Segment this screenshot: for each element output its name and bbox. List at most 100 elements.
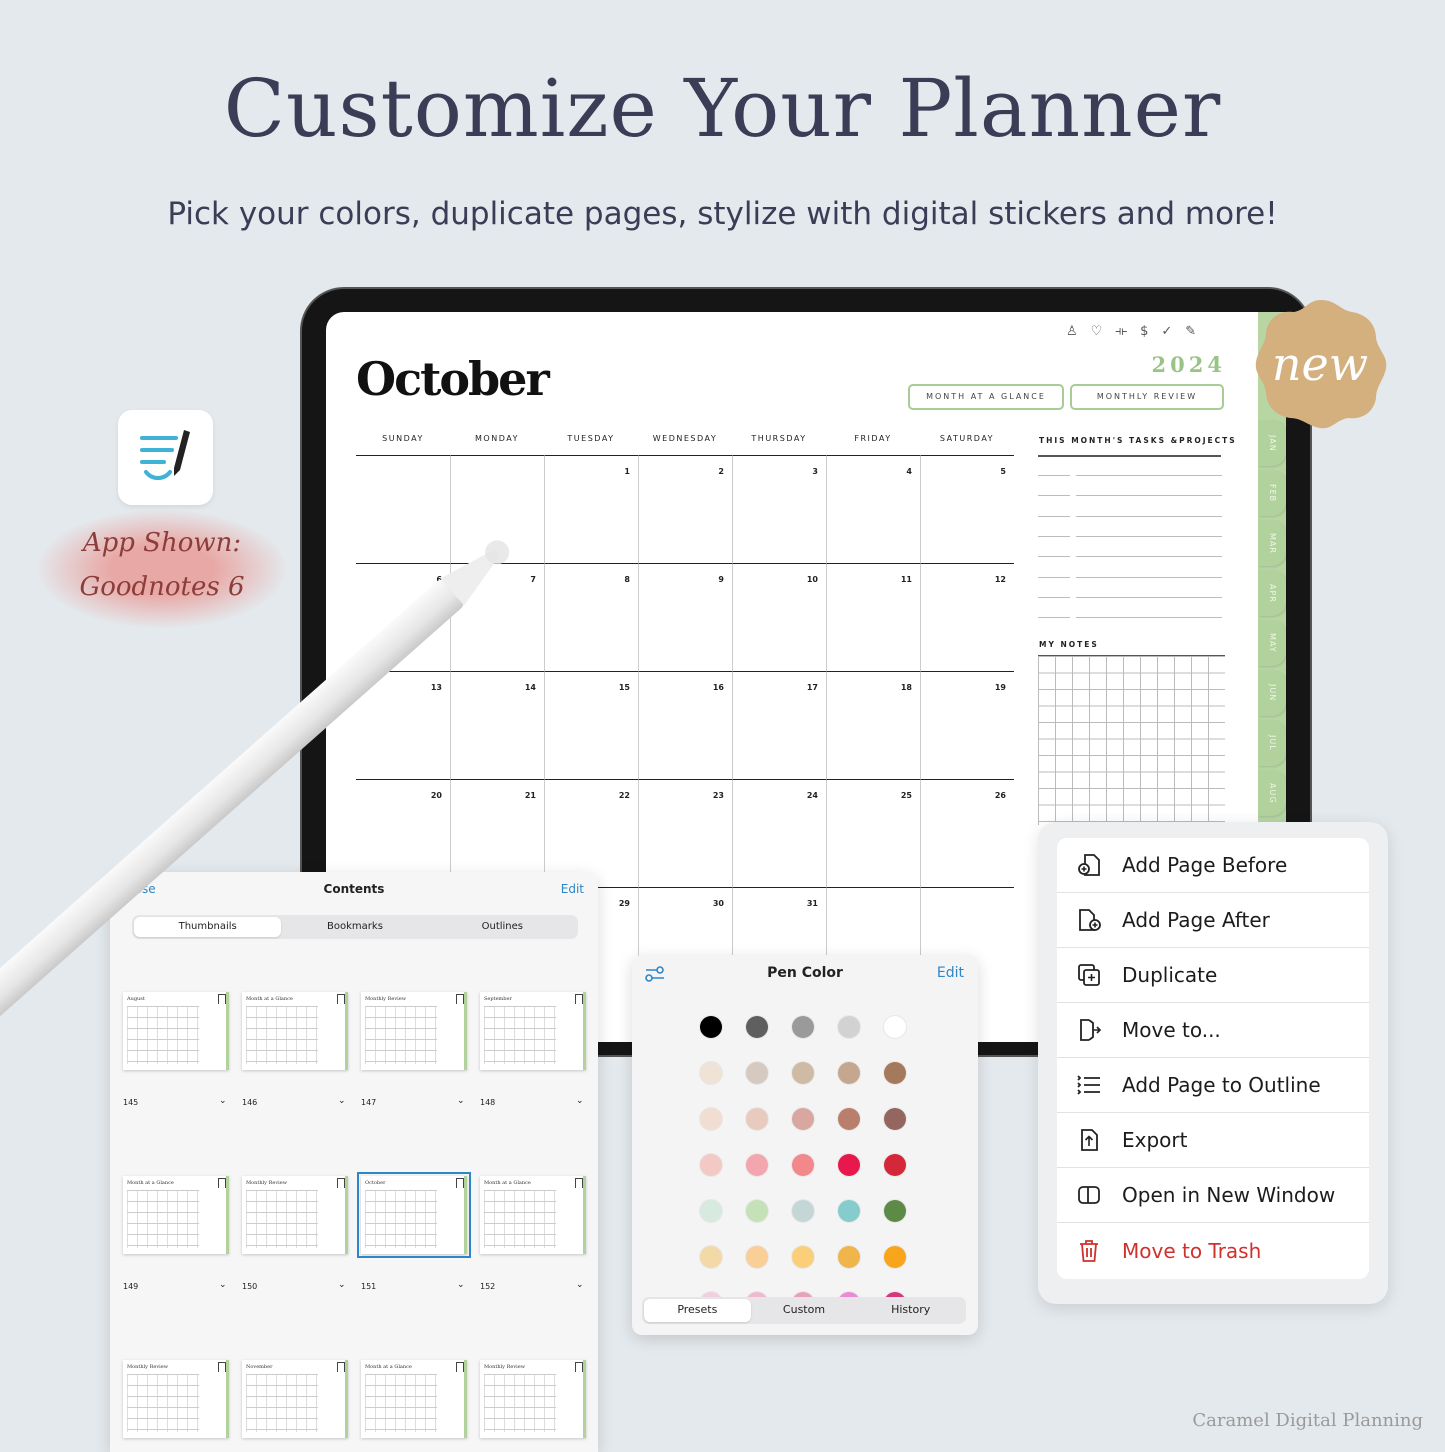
person-icon[interactable]: ♙: [1066, 324, 1078, 339]
color-swatch[interactable]: [884, 1200, 906, 1222]
calendar-day[interactable]: 18: [826, 671, 920, 779]
color-swatch[interactable]: [746, 1200, 768, 1222]
month-tab-aug[interactable]: AUG: [1258, 770, 1286, 816]
chevron-down-icon[interactable]: ⌄: [338, 1280, 346, 1290]
calendar-day[interactable]: 4: [826, 455, 920, 563]
month-tab-feb[interactable]: FEB: [1258, 470, 1286, 516]
calendar-day[interactable]: 25: [826, 779, 920, 887]
calendar-day[interactable]: 26: [920, 779, 1014, 887]
color-swatch[interactable]: [792, 1108, 814, 1130]
color-swatch[interactable]: [700, 1016, 722, 1038]
month-tab-apr[interactable]: APR: [1258, 570, 1286, 616]
money-bag-icon[interactable]: $: [1140, 324, 1148, 339]
calendar-day[interactable]: 10: [732, 563, 826, 671]
pen-color-edit-button[interactable]: Edit: [937, 965, 964, 981]
bookmark-icon[interactable]: [337, 1178, 345, 1188]
page-thumbnail[interactable]: Monthly Review: [123, 1360, 229, 1438]
menu-item-add-page-to-outline[interactable]: Add Page to Outline: [1057, 1058, 1369, 1113]
page-thumbnail[interactable]: Month at a Glance: [480, 1176, 586, 1254]
bookmark-icon[interactable]: [575, 994, 583, 1004]
color-swatch[interactable]: [838, 1062, 860, 1084]
color-swatch[interactable]: [792, 1246, 814, 1268]
color-swatch[interactable]: [700, 1154, 722, 1176]
color-swatch[interactable]: [884, 1154, 906, 1176]
menu-item-export[interactable]: Export: [1057, 1113, 1369, 1168]
color-swatch[interactable]: [792, 1154, 814, 1176]
color-swatch[interactable]: [838, 1016, 860, 1038]
color-swatch[interactable]: [746, 1154, 768, 1176]
calendar-day[interactable]: 12: [920, 563, 1014, 671]
calendar-day[interactable]: 11: [826, 563, 920, 671]
color-swatch[interactable]: [792, 1200, 814, 1222]
calendar-day[interactable]: 17: [732, 671, 826, 779]
chevron-down-icon[interactable]: ⌄: [219, 1280, 227, 1290]
color-swatch[interactable]: [838, 1154, 860, 1176]
calendar-day[interactable]: 3: [732, 455, 826, 563]
tab-history[interactable]: History: [857, 1299, 964, 1322]
color-swatch[interactable]: [838, 1246, 860, 1268]
page-thumbnail[interactable]: Month at a Glance: [361, 1360, 467, 1438]
calendar-day[interactable]: 5: [920, 455, 1014, 563]
calendar-day[interactable]: 15: [544, 671, 638, 779]
color-swatch[interactable]: [700, 1200, 722, 1222]
bookmark-icon[interactable]: [218, 1178, 226, 1188]
calendar-day[interactable]: 9: [638, 563, 732, 671]
color-swatch[interactable]: [884, 1108, 906, 1130]
calendar-day[interactable]: 8: [544, 563, 638, 671]
color-swatch[interactable]: [838, 1108, 860, 1130]
color-swatch[interactable]: [838, 1200, 860, 1222]
edit-icon[interactable]: ✎: [1185, 324, 1196, 339]
tab-presets[interactable]: Presets: [644, 1299, 751, 1322]
monthly-review-button[interactable]: MONTHLY REVIEW: [1070, 384, 1224, 410]
page-thumbnail[interactable]: Monthly Review: [480, 1360, 586, 1438]
page-thumbnail[interactable]: October: [357, 1172, 471, 1258]
calendar-day[interactable]: 24: [732, 779, 826, 887]
calendar-day[interactable]: 22: [544, 779, 638, 887]
bookmark-icon[interactable]: [337, 1362, 345, 1372]
page-thumbnail[interactable]: Monthly Review: [242, 1176, 348, 1254]
menu-item-duplicate[interactable]: Duplicate: [1057, 948, 1369, 1003]
check-circle-icon[interactable]: ✓: [1161, 324, 1172, 339]
chevron-down-icon[interactable]: ⌄: [457, 1280, 465, 1290]
notes-grid[interactable]: [1038, 655, 1225, 825]
color-swatch[interactable]: [792, 1062, 814, 1084]
menu-item-open-in-new-window[interactable]: Open in New Window: [1057, 1168, 1369, 1223]
month-at-a-glance-button[interactable]: MONTH AT A GLANCE: [908, 384, 1064, 410]
month-tab-may[interactable]: MAY: [1258, 620, 1286, 666]
dumbbell-icon[interactable]: ⟛: [1115, 324, 1127, 339]
color-swatch[interactable]: [700, 1062, 722, 1084]
calendar-day[interactable]: 1: [544, 455, 638, 563]
color-swatch[interactable]: [746, 1246, 768, 1268]
color-swatch[interactable]: [700, 1108, 722, 1130]
color-swatch[interactable]: [700, 1246, 722, 1268]
calendar-day[interactable]: 2: [638, 455, 732, 563]
menu-item-add-page-after[interactable]: Add Page After: [1057, 893, 1369, 948]
menu-item-add-page-before[interactable]: Add Page Before: [1057, 838, 1369, 893]
month-tab-jun[interactable]: JUN: [1258, 670, 1286, 716]
tab-custom[interactable]: Custom: [751, 1299, 858, 1322]
color-swatch[interactable]: [884, 1016, 906, 1038]
color-swatch[interactable]: [792, 1016, 814, 1038]
calendar-day[interactable]: 16: [638, 671, 732, 779]
bookmark-icon[interactable]: [456, 1362, 464, 1372]
chevron-down-icon[interactable]: ⌄: [576, 1096, 584, 1106]
month-tab-mar[interactable]: MAR: [1258, 520, 1286, 566]
color-swatch[interactable]: [884, 1246, 906, 1268]
month-tab-jul[interactable]: JUL: [1258, 720, 1286, 766]
page-thumbnail[interactable]: Month at a Glance: [123, 1176, 229, 1254]
heart-icon[interactable]: ♡: [1091, 324, 1103, 339]
calendar-day[interactable]: 19: [920, 671, 1014, 779]
color-swatch[interactable]: [746, 1108, 768, 1130]
color-swatch[interactable]: [884, 1062, 906, 1084]
menu-item-move-to-trash[interactable]: Move to Trash: [1057, 1223, 1369, 1278]
menu-item-move-to[interactable]: Move to...: [1057, 1003, 1369, 1058]
bookmark-icon[interactable]: [575, 1178, 583, 1188]
page-thumbnail[interactable]: November: [242, 1360, 348, 1438]
color-swatch[interactable]: [746, 1016, 768, 1038]
bookmark-icon[interactable]: [456, 1178, 464, 1188]
color-swatch[interactable]: [746, 1062, 768, 1084]
edit-button[interactable]: Edit: [561, 882, 584, 896]
calendar-day[interactable]: 23: [638, 779, 732, 887]
chevron-down-icon[interactable]: ⌄: [576, 1280, 584, 1290]
bookmark-icon[interactable]: [218, 1362, 226, 1372]
